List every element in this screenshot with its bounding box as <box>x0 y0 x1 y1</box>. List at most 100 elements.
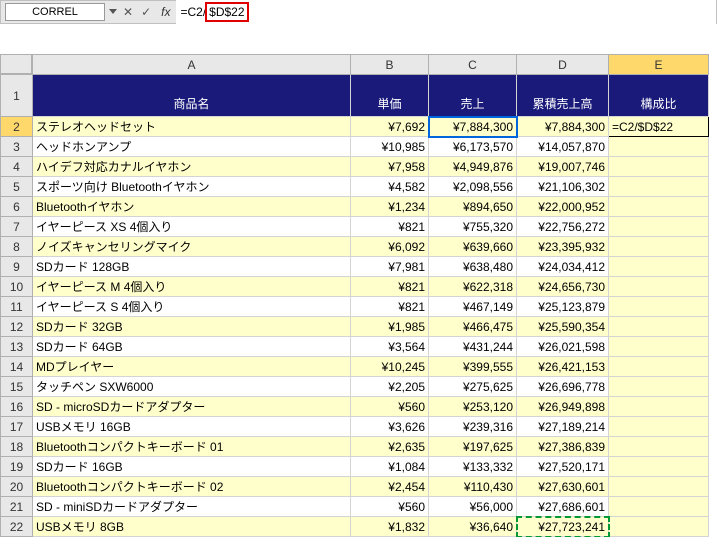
cell-sales[interactable]: ¥399,555 <box>429 357 517 377</box>
cell-ratio[interactable] <box>609 317 709 337</box>
cell-name[interactable]: SDカード 64GB <box>33 337 351 357</box>
cell-name[interactable]: スポーツ向け Bluetoothイヤホン <box>33 177 351 197</box>
cell-cum[interactable]: ¥23,395,932 <box>517 237 609 257</box>
cell-cum[interactable]: ¥22,000,952 <box>517 197 609 217</box>
cell-cum[interactable]: ¥24,656,730 <box>517 277 609 297</box>
cell-sales[interactable]: ¥431,244 <box>429 337 517 357</box>
cell-sales[interactable]: ¥639,660 <box>429 237 517 257</box>
formula-input[interactable]: =C2/$D$22 <box>176 0 716 24</box>
cell-cum[interactable]: ¥27,723,241 <box>517 517 609 537</box>
header-ratio[interactable]: 構成比 <box>609 75 709 117</box>
cell-ratio[interactable] <box>609 477 709 497</box>
col-header-a[interactable]: A <box>33 55 351 75</box>
select-all-corner[interactable] <box>0 54 32 74</box>
cell-ratio[interactable] <box>609 497 709 517</box>
cell-price[interactable]: ¥6,092 <box>351 237 429 257</box>
cell-name[interactable]: SDカード 32GB <box>33 317 351 337</box>
cell-sales[interactable]: ¥133,332 <box>429 457 517 477</box>
row-header[interactable]: 18 <box>1 437 33 457</box>
row-header[interactable]: 4 <box>1 157 33 177</box>
cell-cum[interactable]: ¥27,520,171 <box>517 457 609 477</box>
cell-ratio[interactable] <box>609 137 709 157</box>
cell-sales[interactable]: ¥197,625 <box>429 437 517 457</box>
cell-price[interactable]: ¥10,985 <box>351 137 429 157</box>
cell-ratio[interactable] <box>609 277 709 297</box>
cell-sales[interactable]: ¥56,000 <box>429 497 517 517</box>
row-header[interactable]: 9 <box>1 257 33 277</box>
cell-sales[interactable]: ¥275,625 <box>429 377 517 397</box>
row-header[interactable]: 7 <box>1 217 33 237</box>
cell-cum[interactable]: ¥27,686,601 <box>517 497 609 517</box>
row-header[interactable]: 12 <box>1 317 33 337</box>
cell-cum[interactable]: ¥27,189,214 <box>517 417 609 437</box>
cell-price[interactable]: ¥2,635 <box>351 437 429 457</box>
dropdown-icon[interactable] <box>109 9 119 15</box>
cell-ratio[interactable] <box>609 197 709 217</box>
cell-sales[interactable]: ¥239,316 <box>429 417 517 437</box>
cell-price[interactable]: ¥1,234 <box>351 197 429 217</box>
cell-price[interactable]: ¥7,692 <box>351 117 429 137</box>
cell-price[interactable]: ¥3,564 <box>351 337 429 357</box>
row-header[interactable]: 10 <box>1 277 33 297</box>
cell-name[interactable]: イヤーピース M 4個入り <box>33 277 351 297</box>
row-header[interactable]: 14 <box>1 357 33 377</box>
header-name[interactable]: 商品名 <box>33 75 351 117</box>
col-header-d[interactable]: D <box>517 55 609 75</box>
row-header[interactable]: 16 <box>1 397 33 417</box>
name-box[interactable]: CORREL <box>5 3 105 21</box>
cell-sales[interactable]: ¥6,173,570 <box>429 137 517 157</box>
cell-ratio[interactable] <box>609 337 709 357</box>
row-header[interactable]: 21 <box>1 497 33 517</box>
cell-ratio[interactable] <box>609 517 709 537</box>
cell-price[interactable]: ¥3,626 <box>351 417 429 437</box>
cell-ratio[interactable] <box>609 377 709 397</box>
cell-price[interactable]: ¥1,985 <box>351 317 429 337</box>
cell-cum[interactable]: ¥25,123,879 <box>517 297 609 317</box>
cell-price[interactable]: ¥10,245 <box>351 357 429 377</box>
cell-sales[interactable]: ¥466,475 <box>429 317 517 337</box>
cell-ratio[interactable] <box>609 237 709 257</box>
cell-name[interactable]: USBメモリ 16GB <box>33 417 351 437</box>
cell-cum[interactable]: ¥7,884,300 <box>517 117 609 137</box>
cell-name[interactable]: ヘッドホンアンプ <box>33 137 351 157</box>
row-header[interactable]: 3 <box>1 137 33 157</box>
cell-cum[interactable]: ¥25,590,354 <box>517 317 609 337</box>
cell-sales[interactable]: ¥894,650 <box>429 197 517 217</box>
cell-ratio[interactable] <box>609 177 709 197</box>
cell-cum[interactable]: ¥26,021,598 <box>517 337 609 357</box>
cell-sales[interactable]: ¥110,430 <box>429 477 517 497</box>
cell-price[interactable]: ¥1,084 <box>351 457 429 477</box>
fx-label[interactable]: fx <box>155 5 176 19</box>
cell-cum[interactable]: ¥14,057,870 <box>517 137 609 157</box>
cell-name[interactable]: ステレオヘッドセット <box>33 117 351 137</box>
cell-name[interactable]: SD - miniSDカードアダプター <box>33 497 351 517</box>
row-header[interactable]: 11 <box>1 297 33 317</box>
cell-ratio[interactable] <box>609 157 709 177</box>
row-header[interactable]: 15 <box>1 377 33 397</box>
cell-cum[interactable]: ¥21,106,302 <box>517 177 609 197</box>
cell-ratio[interactable] <box>609 257 709 277</box>
cell-name[interactable]: Bluetoothコンパクトキーボード 01 <box>33 437 351 457</box>
row-header[interactable]: 2 <box>1 117 33 137</box>
row-header[interactable]: 8 <box>1 237 33 257</box>
cell-sales[interactable]: ¥4,949,876 <box>429 157 517 177</box>
cell-price[interactable]: ¥2,205 <box>351 377 429 397</box>
cancel-icon[interactable]: ✕ <box>119 5 137 19</box>
cell-name[interactable]: SD - microSDカードアダプター <box>33 397 351 417</box>
cell-cum[interactable]: ¥22,756,272 <box>517 217 609 237</box>
cell-name[interactable]: SDカード 128GB <box>33 257 351 277</box>
cell-price[interactable]: ¥821 <box>351 277 429 297</box>
cell-price[interactable]: ¥821 <box>351 297 429 317</box>
cell-ratio[interactable] <box>609 297 709 317</box>
cell-cum[interactable]: ¥26,949,898 <box>517 397 609 417</box>
cell-sales[interactable]: ¥253,120 <box>429 397 517 417</box>
row-header[interactable]: 5 <box>1 177 33 197</box>
cell-cum[interactable]: ¥27,386,839 <box>517 437 609 457</box>
cell-ratio[interactable] <box>609 357 709 377</box>
cell-sales[interactable]: ¥622,318 <box>429 277 517 297</box>
col-header-c[interactable]: C <box>429 55 517 75</box>
cell-name[interactable]: Bluetoothイヤホン <box>33 197 351 217</box>
cell-cum[interactable]: ¥24,034,412 <box>517 257 609 277</box>
cell-ratio[interactable] <box>609 417 709 437</box>
cell-sales[interactable]: ¥638,480 <box>429 257 517 277</box>
